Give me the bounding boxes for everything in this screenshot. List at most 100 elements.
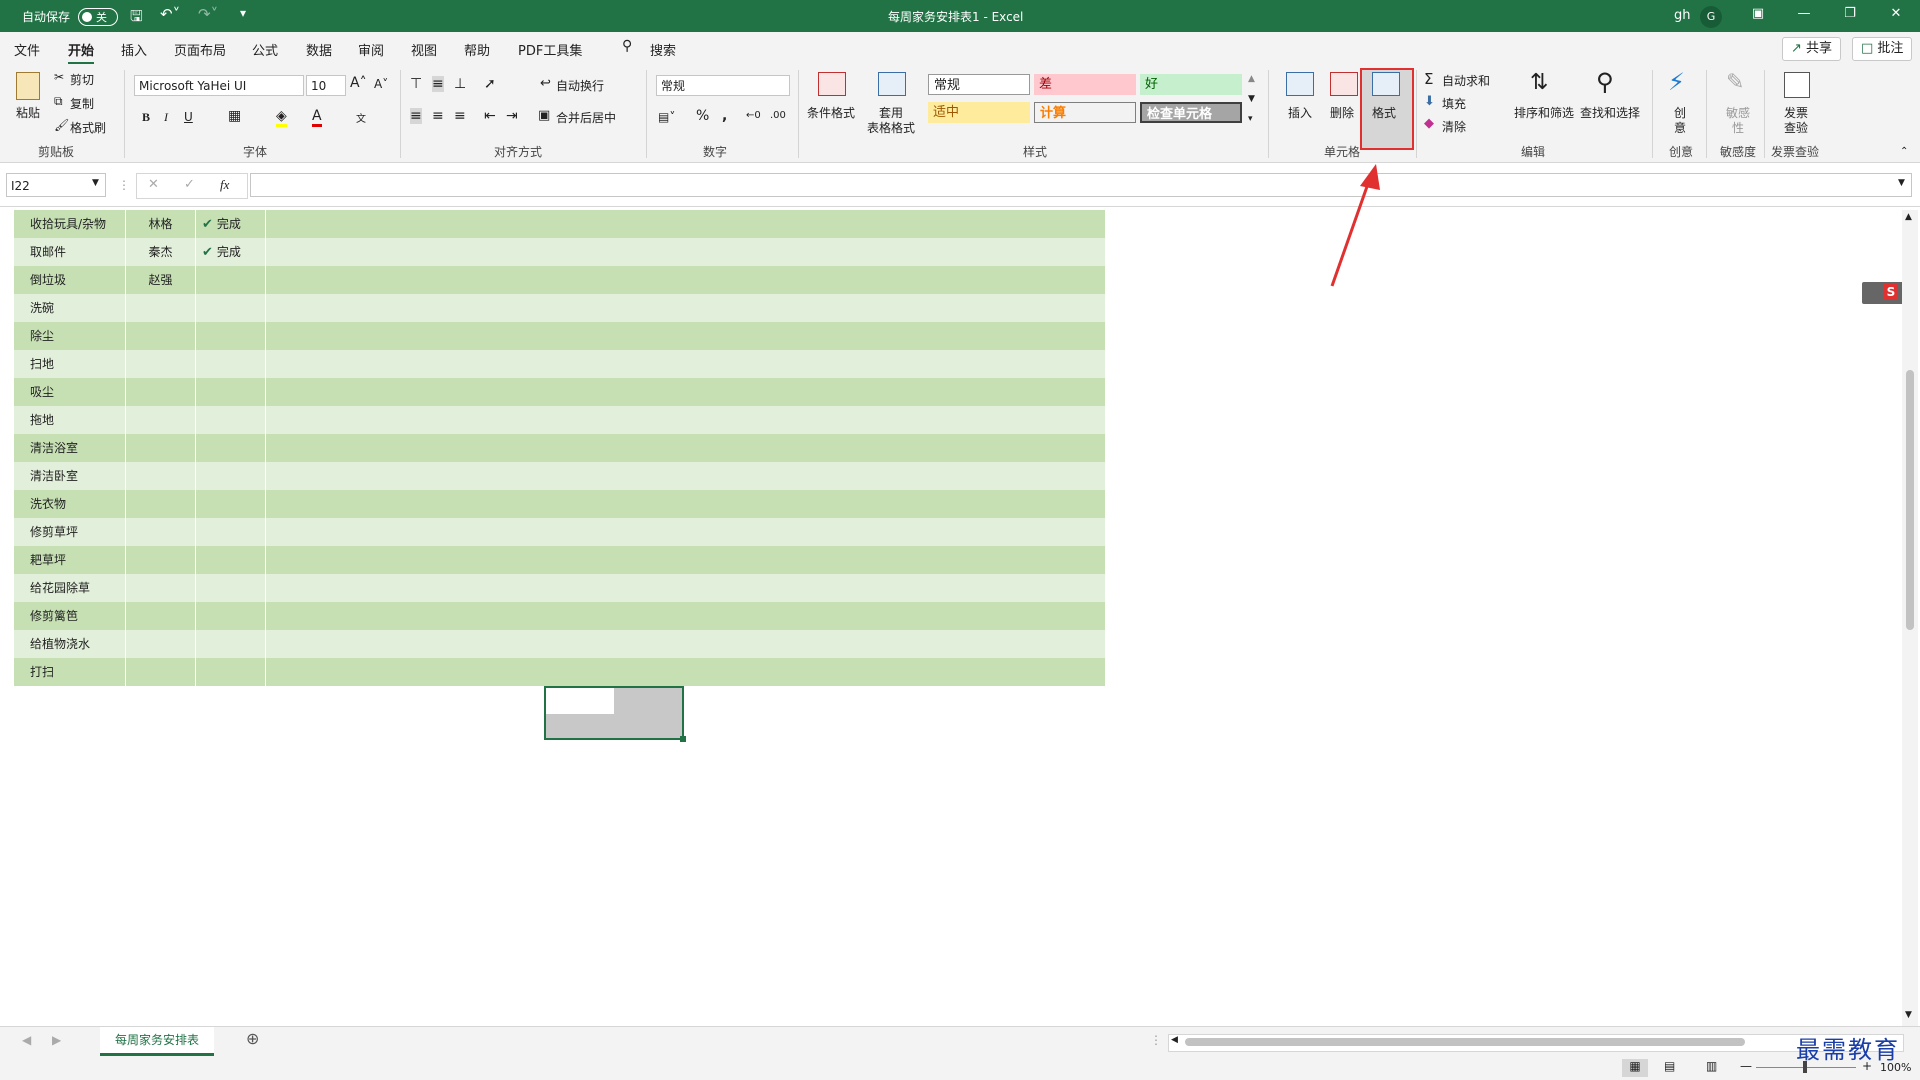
tab-help[interactable]: 帮助 [464, 40, 490, 59]
name-box[interactable]: I22 [6, 173, 106, 197]
increase-decimal-icon[interactable]: ←0 [746, 110, 761, 121]
name-box-dropdown-icon[interactable]: ▼ [92, 178, 99, 188]
font-color-icon[interactable]: A [312, 108, 322, 127]
align-center-icon[interactable]: ≡ [432, 108, 444, 124]
person-cell[interactable] [126, 294, 196, 322]
tab-page-layout[interactable]: 页面布局 [174, 40, 226, 59]
tab-view[interactable]: 视图 [411, 40, 437, 59]
decrease-decimal-icon[interactable]: .00 [770, 110, 786, 121]
font-size-select[interactable]: 10 [306, 75, 346, 96]
enter-icon[interactable]: ✓ [184, 177, 195, 192]
person-cell[interactable] [126, 574, 196, 602]
week-cells[interactable] [266, 462, 1106, 490]
user-name[interactable]: gh [1674, 8, 1691, 23]
border-icon[interactable]: ▦ [228, 108, 241, 124]
person-cell[interactable] [126, 434, 196, 462]
vertical-scrollbar[interactable]: ▲ ▼ [1902, 210, 1918, 1026]
fill-color-icon[interactable]: ◈ [276, 108, 287, 127]
week-cells[interactable] [266, 294, 1106, 322]
status-cell[interactable]: ✔ 完成 [196, 210, 266, 238]
decrease-font-icon[interactable]: A˅ [374, 77, 388, 91]
format-painter-label[interactable]: 格式刷 [70, 119, 106, 136]
fill-handle[interactable] [680, 736, 686, 742]
sensitivity-icon[interactable]: ✎ [1726, 70, 1744, 95]
prev-sheet-icon[interactable]: ◀ [22, 1033, 31, 1047]
week-cells[interactable] [266, 546, 1106, 574]
add-sheet-icon[interactable]: ⊕ [246, 1029, 259, 1048]
insert-cells-icon[interactable] [1286, 72, 1314, 96]
task-cell[interactable]: 清洁浴室 [14, 434, 126, 462]
person-cell[interactable] [126, 406, 196, 434]
ideas-label-2[interactable]: 意 [1670, 119, 1690, 136]
week-cells[interactable] [266, 238, 1106, 266]
decrease-indent-icon[interactable]: ⇤ [484, 108, 496, 124]
autosum-icon[interactable]: Σ [1424, 70, 1433, 88]
autosum-label[interactable]: 自动求和 [1442, 72, 1490, 89]
person-cell[interactable]: 赵强 [126, 266, 196, 294]
week-cells[interactable] [266, 574, 1106, 602]
week-cells[interactable] [266, 434, 1106, 462]
status-cell[interactable] [196, 434, 266, 462]
italic-icon[interactable]: I [164, 110, 168, 125]
formula-input[interactable] [250, 173, 1912, 197]
status-cell[interactable] [196, 574, 266, 602]
task-cell[interactable]: 收拾玩具/杂物 [14, 210, 126, 238]
merge-icon[interactable]: ▣ [538, 108, 550, 123]
task-cell[interactable]: 修剪篱笆 [14, 602, 126, 630]
sort-filter-label[interactable]: 排序和筛选 [1512, 104, 1576, 121]
scroll-down-icon[interactable]: ▼ [1905, 1010, 1912, 1020]
paste-label[interactable]: 粘贴 [16, 104, 40, 121]
scroll-thumb[interactable] [1906, 370, 1914, 630]
redo-icon[interactable]: ↷˅ [198, 5, 218, 23]
align-right-icon[interactable]: ≡ [454, 108, 466, 124]
save-icon[interactable]: 🖫 [130, 6, 143, 31]
task-cell[interactable]: 吸尘 [14, 378, 126, 406]
autosave-toggle[interactable]: 关 [78, 8, 118, 26]
task-cell[interactable]: 耙草坪 [14, 546, 126, 574]
style-neutral[interactable]: 适中 [928, 102, 1030, 123]
fx-icon[interactable]: fx [220, 177, 229, 193]
status-cell[interactable] [196, 630, 266, 658]
clear-label[interactable]: 清除 [1442, 118, 1466, 135]
status-cell[interactable] [196, 546, 266, 574]
comments-button[interactable]: □ 批注 [1852, 37, 1913, 61]
tab-data[interactable]: 数据 [306, 40, 332, 59]
person-cell[interactable]: 林格 [126, 210, 196, 238]
task-cell[interactable]: 倒垃圾 [14, 266, 126, 294]
week-cells[interactable] [266, 322, 1106, 350]
status-cell[interactable] [196, 462, 266, 490]
align-top-icon[interactable]: ⊤ [410, 76, 422, 92]
bold-icon[interactable]: B [142, 110, 150, 125]
horizontal-scrollbar[interactable]: ◀ [1168, 1034, 1904, 1052]
orientation-icon[interactable]: ➚ [484, 76, 496, 92]
week-cells[interactable] [266, 350, 1106, 378]
styles-scroll-down-icon[interactable]: ▼ [1248, 94, 1255, 104]
status-cell[interactable] [196, 490, 266, 518]
page-break-view-icon[interactable]: ▥ [1706, 1059, 1717, 1073]
tab-home[interactable]: 开始 [68, 40, 95, 65]
status-cell[interactable] [196, 266, 266, 294]
format-label[interactable]: 格式 [1364, 104, 1404, 121]
status-cell[interactable] [196, 602, 266, 630]
task-cell[interactable]: 取邮件 [14, 238, 126, 266]
style-good[interactable]: 好 [1140, 74, 1242, 95]
number-format-select[interactable]: 常规 [656, 75, 790, 96]
collapse-ribbon-icon[interactable]: ⌃ [1900, 146, 1908, 157]
style-normal[interactable]: 常规 [928, 74, 1030, 95]
wrap-text-icon[interactable]: ↩ [540, 76, 551, 91]
insert-label[interactable]: 插入 [1280, 104, 1320, 121]
person-cell[interactable] [126, 322, 196, 350]
page-layout-view-icon[interactable]: ▤ [1664, 1059, 1675, 1073]
week-cells[interactable] [266, 378, 1106, 406]
format-painter-icon[interactable]: 🖌 [54, 118, 69, 132]
wrap-text-label[interactable]: 自动换行 [556, 77, 604, 94]
status-cell[interactable] [196, 350, 266, 378]
normal-view-icon[interactable]: ▦ [1622, 1059, 1648, 1077]
status-cell[interactable] [196, 518, 266, 546]
cut-label[interactable]: 剪切 [70, 71, 94, 88]
person-cell[interactable]: 秦杰 [126, 238, 196, 266]
scroll-up-icon[interactable]: ▲ [1905, 212, 1912, 222]
close-button[interactable]: ✕ [1884, 6, 1908, 26]
tab-formulas[interactable]: 公式 [252, 40, 278, 59]
status-cell[interactable]: ✔ 完成 [196, 238, 266, 266]
